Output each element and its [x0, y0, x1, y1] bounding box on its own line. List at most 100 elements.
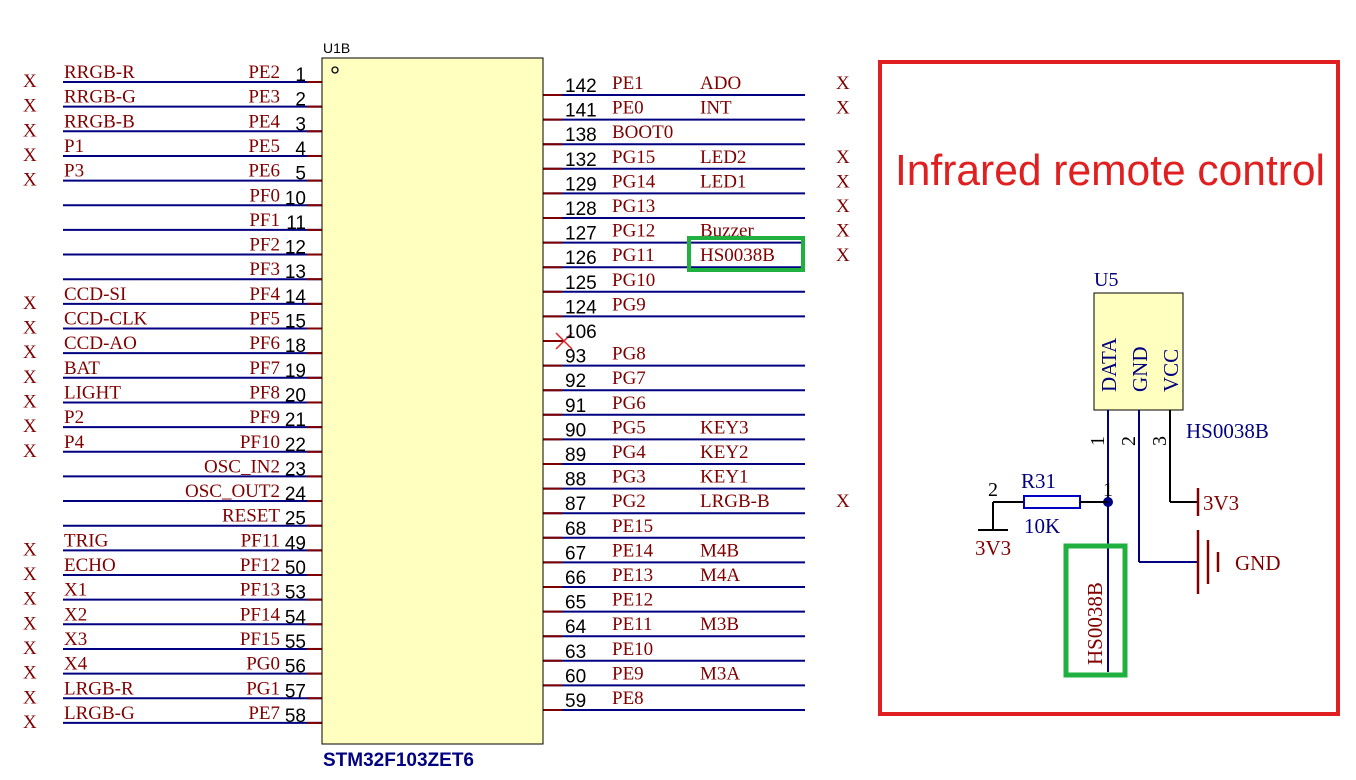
- right-pin-number: 126: [565, 248, 597, 269]
- left-pin-number: 10: [285, 188, 306, 209]
- r31-pin2: 2: [988, 479, 998, 501]
- right-no-connect: X: [836, 221, 850, 242]
- right-port-label: PG8: [612, 344, 646, 365]
- left-net-label: LRGB-G: [64, 703, 135, 724]
- right-pin-number: 88: [565, 470, 586, 491]
- left-net-label: LIGHT: [64, 382, 121, 403]
- left-port-label: PE2: [248, 62, 280, 83]
- right-net-label: ADO: [700, 73, 741, 94]
- right-port-label: PG9: [612, 294, 646, 315]
- right-pin-number: 142: [565, 76, 597, 97]
- left-port-label: PF9: [249, 407, 280, 428]
- r31-value: 10K: [1024, 514, 1060, 538]
- left-net-label: RRGB-G: [64, 87, 136, 108]
- chip-part: STM32F103ZET6: [323, 750, 474, 771]
- left-no-connect: X: [23, 391, 37, 412]
- right-port-label: PG2: [612, 491, 646, 512]
- left-no-connect: X: [23, 663, 37, 684]
- right-port-label: PE15: [612, 516, 653, 537]
- left-port-label: PF10: [240, 432, 280, 453]
- left-pin-number: 13: [285, 262, 306, 283]
- schematic-canvas: XRRGB-RPE21PE2XRRGB-GPE32PE3XRRGB-BPE43P…: [23, 40, 1340, 771]
- left-net-label: CCD-SI: [64, 284, 126, 305]
- left-port-label: PF7: [249, 358, 280, 379]
- left-pin-number: 12: [285, 238, 306, 259]
- left-port-label: PF3: [249, 259, 280, 280]
- right-pin-number: 128: [565, 199, 597, 220]
- left-no-connect: X: [23, 293, 37, 314]
- left-no-connect: X: [23, 589, 37, 610]
- right-pin-number: 92: [565, 371, 586, 392]
- left-port-label: PF13: [240, 580, 280, 601]
- u5-pin-number: 2: [1118, 436, 1140, 446]
- right-net-label: INT: [700, 98, 732, 119]
- chip-ref: U1B: [323, 40, 350, 56]
- left-no-connect: X: [23, 712, 37, 733]
- right-port-label: PG11: [612, 245, 655, 266]
- left-port-label: PF4: [249, 284, 280, 305]
- u5-pin-number: 3: [1149, 436, 1171, 446]
- left-net-label: CCD-CLK: [64, 309, 148, 330]
- left-port-label: PE4: [248, 111, 280, 132]
- left-pin-number: 21: [285, 410, 306, 431]
- right-no-connect: X: [836, 98, 850, 119]
- right-pin-number: 91: [565, 396, 586, 417]
- right-port-label: PG6: [612, 393, 646, 414]
- right-net-label: M4A: [700, 565, 740, 586]
- right-pin-number: 141: [565, 101, 597, 122]
- r31-pin1: 1: [1103, 479, 1113, 501]
- right-port-label: BOOT0: [612, 122, 673, 143]
- left-port-label: PE7: [248, 703, 280, 724]
- right-pin-number: 67: [565, 543, 586, 564]
- left-net-label: P3: [64, 161, 84, 182]
- left-pin-number: 3: [295, 114, 306, 135]
- right-port-label: PG4: [612, 442, 646, 463]
- left-pin-number: 22: [285, 435, 306, 456]
- left-no-connect: X: [23, 687, 37, 708]
- right-port-label: PG14: [612, 171, 656, 192]
- right-port-label: PG7: [612, 368, 646, 389]
- right-pin-number: 138: [565, 125, 597, 146]
- right-pin-number: 132: [565, 150, 597, 171]
- right-net-label: LED1: [700, 171, 746, 192]
- left-pin-number: 50: [285, 558, 306, 579]
- left-net-label: RRGB-R: [64, 62, 135, 83]
- left-no-connect: X: [23, 170, 37, 191]
- left-no-connect: X: [23, 613, 37, 634]
- right-pin-number: 59: [565, 691, 586, 712]
- left-port-label: RESET: [222, 506, 280, 527]
- right-pin-number: 125: [565, 273, 597, 294]
- right-port-label: PE11: [612, 614, 652, 635]
- left-net-label: TRIG: [64, 530, 109, 551]
- net-label-vertical: HS0038B: [1083, 582, 1107, 665]
- left-pin-number: 49: [285, 533, 306, 554]
- left-port-label: PF12: [240, 555, 280, 576]
- right-net-label: KEY3: [700, 417, 749, 438]
- ir-title: Infrared remote control: [895, 146, 1325, 195]
- left-net-label: P1: [64, 136, 84, 157]
- left-pin-number: 23: [285, 459, 306, 480]
- left-port-label: PF8: [249, 382, 280, 403]
- u5-pin-name: GND: [1128, 347, 1152, 393]
- left-port-label: PF2: [249, 235, 280, 256]
- left-no-connect: X: [23, 638, 37, 659]
- left-net-label: CCD-AO: [64, 333, 137, 354]
- left-port-label: PE3: [248, 87, 280, 108]
- right-pin-number: 65: [565, 593, 586, 614]
- right-port-label: PG5: [612, 417, 646, 438]
- right-pin-number: 87: [565, 494, 586, 515]
- right-port-label: PE12: [612, 590, 653, 611]
- right-pin-number: 63: [565, 642, 586, 663]
- left-pin-number: 54: [285, 607, 307, 628]
- left-port-label: PF0: [249, 185, 280, 206]
- right-pin-number: 127: [565, 224, 597, 245]
- chip-body: [321, 57, 544, 745]
- left-port-label: PF1: [249, 210, 280, 231]
- right-no-connect: X: [836, 147, 850, 168]
- right-pin-number: 124: [565, 297, 597, 318]
- right-port-label: PE9: [612, 663, 644, 684]
- left-pin-number: 55: [285, 632, 306, 653]
- left-port-label: PG1: [246, 678, 280, 699]
- right-net-label: M4B: [700, 540, 739, 561]
- left-pin-number: 15: [285, 312, 306, 333]
